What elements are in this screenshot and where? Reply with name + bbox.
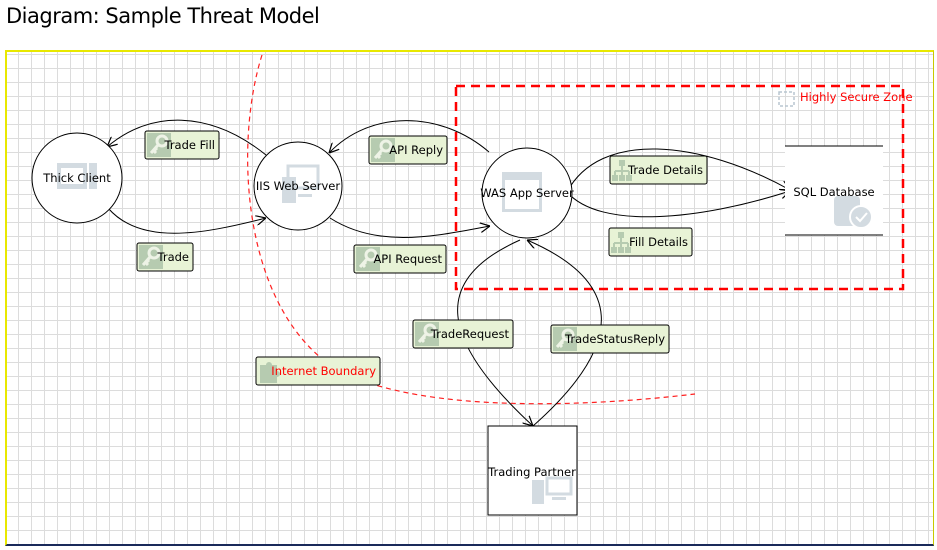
external-entity-trading-partner[interactable]: Trading Partner [487,425,578,516]
flow-fill-details[interactable] [566,191,790,218]
label-internet-boundary[interactable]: Internet Boundary [255,356,381,386]
dashed-square-icon [778,91,795,107]
label-text: TradeStatusReply [564,332,665,346]
label-text: TradeRequest [430,327,510,341]
label-text: Trade Fill [163,138,215,152]
label-text: API Reply [389,143,443,157]
data-store-sql-database[interactable]: SQL Database [785,145,883,236]
label-trade-request[interactable]: TradeRequest [412,319,514,349]
label-text: API Request [373,252,442,266]
highly-secure-zone-label: Highly Secure Zone [800,90,913,104]
trading-partner-label: Trading Partner [487,465,576,479]
was-app-server-label: WAS App Server [480,186,574,200]
sql-database-label: SQL Database [793,185,874,199]
label-fill-details[interactable]: Fill Details [608,227,693,257]
iis-web-server-label: IIS Web Server [256,179,340,193]
process-thick-client[interactable]: Thick Client [31,132,123,224]
label-trade-details[interactable]: Trade Details [609,155,708,185]
label-trade-status-reply[interactable]: TradeStatusReply [550,324,670,354]
process-was-app-server[interactable]: WAS App Server [480,147,574,239]
label-text: Internet Boundary [271,364,376,378]
flow-api-request[interactable] [329,217,490,238]
label-text: Trade Details [627,163,703,177]
label-api-reply[interactable]: API Reply [368,135,448,165]
label-text: Trade [157,250,190,264]
label-trade-fill[interactable]: Trade Fill [144,130,220,160]
thick-client-label: Thick Client [42,171,111,185]
label-api-request[interactable]: API Request [353,244,447,274]
diagram-svg: Highly Secure Zone Thick Client IIS Web … [31,54,913,516]
flow-trade[interactable] [107,207,266,234]
label-trade[interactable]: Trade [136,242,194,272]
process-iis-web-server[interactable]: IIS Web Server [253,141,343,231]
label-text: Fill Details [629,235,688,249]
